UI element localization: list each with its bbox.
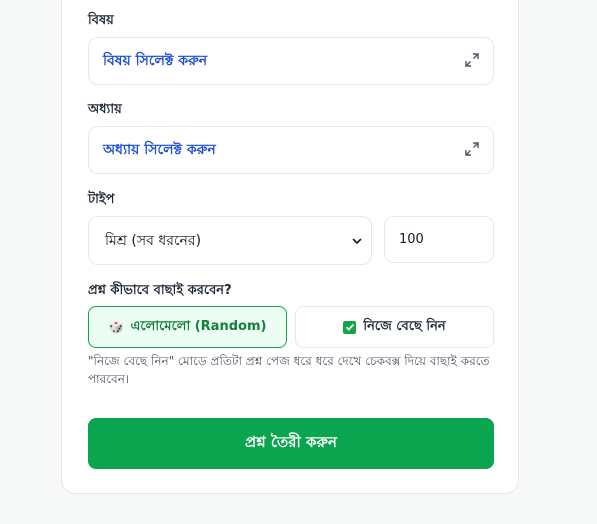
type-select-value: মিশ্র (সব ধরনের) bbox=[105, 232, 202, 249]
random-mode-button[interactable]: 🎲 এলোমেলো (Random) bbox=[88, 306, 287, 348]
selection-mode-question: প্রশ্ন কীভাবে বাছাই করবেন? bbox=[88, 283, 232, 298]
manual-mode-button[interactable]: নিজে বেছে নিন bbox=[295, 306, 494, 348]
subject-label: বিষয় bbox=[88, 13, 114, 28]
quantity-value: 100 bbox=[399, 232, 424, 247]
chapter-picker-text: অধ্যায় সিলেক্ট করুন bbox=[103, 142, 216, 158]
quantity-input[interactable]: 100 bbox=[384, 216, 494, 263]
type-select[interactable]: মিশ্র (সব ধরনের) bbox=[88, 216, 372, 265]
chapter-label: অধ্যায় bbox=[88, 102, 122, 117]
manual-mode-label: নিজে বেছে নিন bbox=[363, 318, 446, 334]
dice-icon: 🎲 bbox=[108, 320, 124, 334]
chevron-down-icon bbox=[352, 238, 362, 245]
create-questions-button[interactable]: প্রশ্ন তৈরী করুন bbox=[88, 418, 494, 469]
type-label: টাইপ bbox=[88, 192, 115, 207]
question-builder-card: বিষয় বিষয় সিলেক্ট করুন অধ্যায় অধ্যায়… bbox=[61, 0, 519, 494]
chapter-picker[interactable]: অধ্যায় সিলেক্ট করুন bbox=[88, 126, 494, 174]
checkbox-checked-icon bbox=[343, 320, 357, 334]
expand-icon bbox=[465, 53, 479, 67]
expand-icon bbox=[465, 142, 479, 156]
subject-picker-text: বিষয় সিলেক্ট করুন bbox=[103, 53, 208, 69]
selection-hint: "নিজে বেছে নিন" মোডে প্রতিটা প্রশ্ন পেজ … bbox=[88, 354, 490, 386]
random-mode-label: এলোমেলো (Random) bbox=[130, 318, 267, 334]
subject-picker[interactable]: বিষয় সিলেক্ট করুন bbox=[88, 37, 494, 85]
